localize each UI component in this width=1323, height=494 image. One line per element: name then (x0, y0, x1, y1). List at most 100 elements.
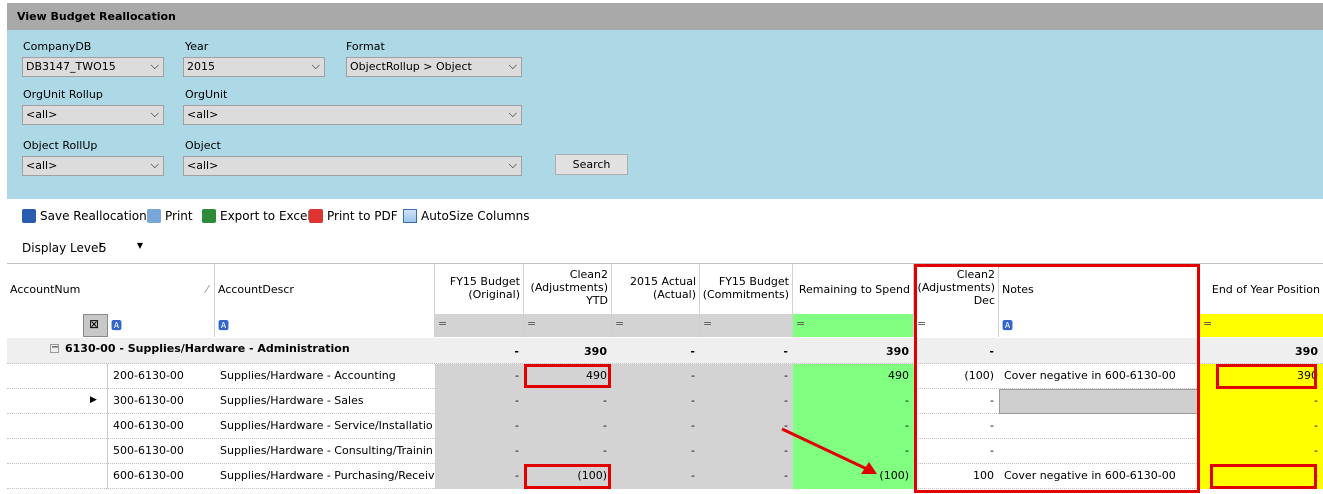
annotation-arrow-icon (781, 427, 877, 474)
budget-grid: AccountNum ⁄ AccountDescr FY15 Budget (O… (7, 263, 1323, 494)
col-clean2-ytd[interactable]: Clean2 (Adjustments) YTD (524, 264, 612, 314)
cell-fy15-original: - (435, 414, 524, 439)
companydb-select[interactable]: DB3147_TWO15 ⌵ (22, 57, 164, 77)
cell-descr: Supplies/Hardware - Accounting (220, 369, 396, 382)
cell-descr: Supplies/Hardware - Consulting/Trainin (220, 444, 433, 457)
row-selector[interactable] (83, 364, 108, 389)
display-level-select[interactable]: 5 ▼ (95, 237, 147, 258)
cell-2015-actual: - (612, 439, 700, 464)
object-rollup-select[interactable]: <all> ⌵ (22, 156, 164, 176)
col-remaining[interactable]: Remaining to Spend (793, 264, 914, 314)
col-eoy[interactable]: End of Year Position (1200, 264, 1323, 314)
cell-2015-actual: - (612, 389, 700, 414)
print-button[interactable]: Print (147, 209, 193, 223)
object-value: <all> (187, 159, 219, 172)
cell-clean2-ytd[interactable]: - (524, 414, 612, 439)
row-selector[interactable] (83, 464, 108, 489)
save-reallocation-button[interactable]: Save Reallocation (22, 209, 147, 223)
cell-2015-actual: - (612, 364, 700, 389)
filter-accountnum[interactable]: 🅰 (108, 314, 215, 337)
autosize-label: AutoSize Columns (421, 209, 530, 223)
annotation-box-eoy-dash (1210, 464, 1317, 489)
orgunit-rollup-select[interactable]: <all> ⌵ (22, 105, 164, 125)
window-title: View Budget Reallocation (7, 3, 1323, 30)
filter-fy15-original[interactable]: = (435, 314, 524, 337)
cell-account: 200-6130-00 (113, 369, 184, 382)
col-fy15-commitments[interactable]: FY15 Budget (Commitments) (700, 264, 793, 314)
filter-clean2-ytd[interactable]: = (524, 314, 612, 337)
row-selector[interactable] (83, 414, 108, 439)
orgunit-select[interactable]: <all> ⌵ (183, 105, 522, 125)
cell-eoy: - (1200, 389, 1323, 414)
object-select[interactable]: <all> ⌵ (183, 156, 522, 176)
excel-icon (202, 209, 216, 223)
save-label: Save Reallocation (40, 209, 147, 223)
chevron-down-icon: ⌵ (508, 59, 517, 72)
year-label: Year (185, 40, 209, 53)
save-icon (22, 209, 36, 223)
filter-eoy[interactable]: = (1200, 314, 1323, 337)
display-level-bar: Display Level 5 ▼ (7, 234, 1323, 262)
filter-2015-actual[interactable]: = (612, 314, 700, 337)
equals-icon: = (527, 317, 537, 330)
cell-2015-actual: - (612, 414, 700, 439)
col-fy15-original[interactable]: FY15 Budget (Original) (435, 264, 524, 314)
current-row-arrow-icon[interactable]: ▶ (83, 389, 108, 414)
equals-icon: = (796, 317, 806, 330)
cell-fy15-commitments: - (700, 364, 793, 389)
year-value: 2015 (187, 60, 215, 73)
format-select[interactable]: ObjectRollup > Object ⌵ (346, 57, 522, 77)
annotation-box-eoy-390 (1216, 364, 1317, 389)
cell-remaining: - (793, 389, 914, 414)
cell-clean2-ytd[interactable]: - (524, 439, 612, 464)
orgunit-value: <all> (187, 108, 219, 121)
export-excel-button[interactable]: Export to Excel (202, 209, 311, 223)
orgunit-rollup-label: OrgUnit Rollup (23, 88, 103, 101)
group-clean2-ytd: 390 (584, 345, 607, 358)
pdf-label: Print to PDF (327, 209, 398, 223)
clear-filter-icon[interactable]: ⊠ (83, 314, 108, 337)
group-label: 6130-00 - Supplies/Hardware - Administra… (65, 342, 350, 355)
cell-account: 400-6130-00 (113, 419, 184, 432)
orgunit-rollup-value: <all> (26, 108, 58, 121)
format-value: ObjectRollup > Object (350, 60, 472, 73)
cell-account: 600-6130-00 (113, 469, 184, 482)
toolbar: Save Reallocation Print Export to Excel … (7, 201, 1323, 233)
cell-fy15-original: - (435, 364, 524, 389)
filter-fy15-commitments[interactable]: = (700, 314, 793, 337)
collapse-icon[interactable]: − (50, 344, 59, 353)
companydb-label: CompanyDB (23, 40, 92, 53)
col-accountnum[interactable]: AccountNum ⁄ (7, 264, 215, 314)
search-button[interactable]: Search (555, 154, 628, 175)
companydb-value: DB3147_TWO15 (26, 60, 116, 73)
cell-clean2-ytd[interactable]: - (524, 389, 612, 414)
print-label: Print (165, 209, 193, 223)
cell-descr: Supplies/Hardware - Service/Installatio (220, 419, 433, 432)
cell-fy15-commitments: - (700, 389, 793, 414)
year-select[interactable]: 2015 ⌵ (183, 57, 325, 77)
cell-eoy: - (1200, 414, 1323, 439)
col-accountdescr-label: AccountDescr (218, 283, 294, 296)
filter-remaining[interactable]: = (793, 314, 914, 337)
cell-account: 300-6130-00 (113, 394, 184, 407)
display-level-label: Display Level (22, 241, 102, 255)
autosize-columns-button[interactable]: AutoSize Columns (403, 209, 530, 223)
cell-descr: Supplies/Hardware - Sales (220, 394, 364, 407)
col-accountdescr[interactable]: AccountDescr (215, 264, 435, 314)
filter-panel: CompanyDB DB3147_TWO15 ⌵ Year 2015 ⌵ Forma… (7, 30, 1323, 199)
sort-icon: ⁄ (206, 283, 208, 296)
chevron-down-icon: ⌵ (150, 158, 159, 171)
equals-icon: = (703, 317, 713, 330)
annotation-box-ytd-neg100 (524, 464, 611, 489)
group-eoy: 390 (1295, 345, 1318, 358)
object-rollup-label: Object RollUp (23, 139, 98, 152)
object-label: Object (185, 139, 221, 152)
filter-accountdescr[interactable]: 🅰 (215, 314, 435, 337)
group-fy15-commitments: - (783, 345, 788, 358)
group-fy15-original: - (514, 345, 519, 358)
col-2015-actual[interactable]: 2015 Actual (Actual) (612, 264, 700, 314)
cell-fy15-original: - (435, 439, 524, 464)
row-selector[interactable] (83, 439, 108, 464)
print-pdf-button[interactable]: Print to PDF (309, 209, 398, 223)
printer-icon (147, 209, 161, 223)
